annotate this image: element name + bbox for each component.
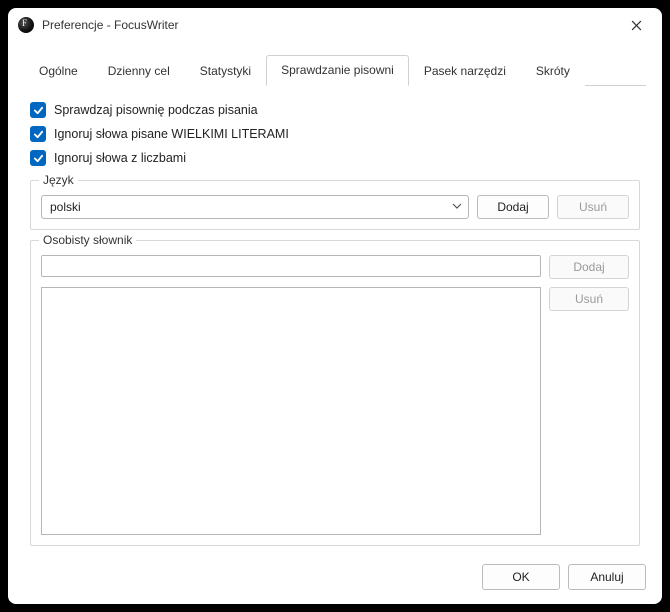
checkmark-icon — [33, 129, 44, 140]
app-icon — [18, 17, 34, 33]
content-area: Ogólne Dzienny cel Statystyki Sprawdzani… — [8, 42, 662, 552]
checkbox-row-ignore-uppercase[interactable]: Ignoruj słowa pisane WIELKIMI LITERAMI — [30, 126, 640, 142]
tab-shortcuts[interactable]: Skróty — [521, 56, 585, 86]
tab-daily-goal[interactable]: Dzienny cel — [93, 56, 185, 86]
dictionary-legend: Osobisty słownik — [39, 233, 136, 247]
chevron-down-icon — [452, 200, 462, 214]
language-legend: Język — [39, 173, 78, 187]
close-icon — [631, 20, 642, 31]
dictionary-add-button[interactable]: Dodaj — [549, 255, 629, 279]
close-button[interactable] — [614, 10, 658, 40]
dictionary-word-input[interactable] — [41, 255, 541, 277]
language-add-button[interactable]: Dodaj — [477, 195, 549, 219]
checkbox-ignore-uppercase[interactable] — [30, 126, 46, 142]
language-combobox[interactable]: polski — [41, 195, 469, 219]
tabs: Ogólne Dzienny cel Statystyki Sprawdzani… — [24, 54, 646, 86]
dictionary-remove-button[interactable]: Usuń — [549, 287, 629, 311]
tab-toolbar[interactable]: Pasek narzędzi — [409, 56, 521, 86]
tab-statistics[interactable]: Statystyki — [185, 56, 266, 86]
checkbox-row-ignore-numbers[interactable]: Ignoruj słowa z liczbami — [30, 150, 640, 166]
checkbox-label: Sprawdzaj pisownię podczas pisania — [54, 103, 258, 117]
language-value: polski — [50, 200, 81, 214]
ok-button[interactable]: OK — [482, 564, 560, 590]
window-title: Preferencje - FocusWriter — [42, 18, 178, 32]
checkbox-label: Ignoruj słowa z liczbami — [54, 151, 186, 165]
dictionary-listbox[interactable] — [41, 287, 541, 535]
checkbox-ignore-numbers[interactable] — [30, 150, 46, 166]
preferences-window: Preferencje - FocusWriter Ogólne Dzienny… — [8, 8, 662, 604]
language-fieldset: Język polski Dodaj Usuń — [30, 180, 640, 230]
dialog-footer: OK Anuluj — [8, 552, 662, 604]
checkmark-icon — [33, 153, 44, 164]
cancel-button[interactable]: Anuluj — [568, 564, 646, 590]
checkbox-row-check-while-typing[interactable]: Sprawdzaj pisownię podczas pisania — [30, 102, 640, 118]
spellcheck-panel: Sprawdzaj pisownię podczas pisania Ignor… — [24, 86, 646, 552]
language-remove-button[interactable]: Usuń — [557, 195, 629, 219]
checkbox-label: Ignoruj słowa pisane WIELKIMI LITERAMI — [54, 127, 289, 141]
tab-general[interactable]: Ogólne — [24, 56, 93, 86]
titlebar: Preferencje - FocusWriter — [8, 8, 662, 42]
tab-spellcheck[interactable]: Sprawdzanie pisowni — [266, 55, 409, 86]
checkbox-check-while-typing[interactable] — [30, 102, 46, 118]
checkmark-icon — [33, 105, 44, 116]
personal-dictionary-fieldset: Osobisty słownik Dodaj Usuń — [30, 240, 640, 546]
